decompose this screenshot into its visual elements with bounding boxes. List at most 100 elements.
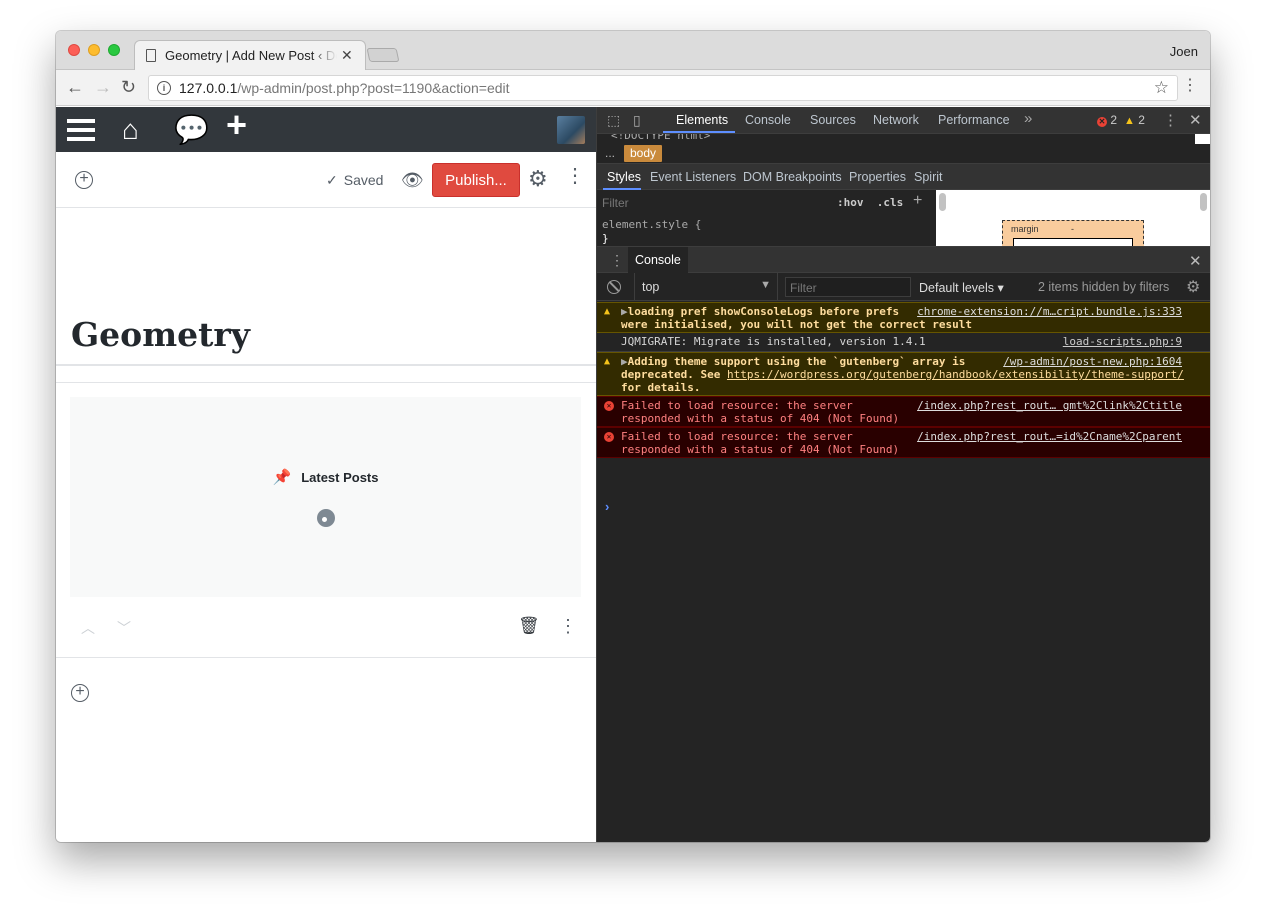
add-block-icon[interactable]: +	[75, 171, 93, 189]
context-select[interactable]: top ▼	[634, 273, 778, 300]
tab-elements[interactable]: Elements	[676, 113, 728, 127]
breadcrumb-body[interactable]: body	[624, 145, 663, 162]
browser-window: Geometry | Add New Post ‹ Do ✕ Joen ← → …	[56, 31, 1210, 842]
element-style-selector: element.style {	[602, 218, 702, 231]
device-toolbar-icon[interactable]: ▯	[633, 112, 641, 129]
drawer-menu-icon[interactable]: ⋮	[610, 252, 624, 269]
issue-counts[interactable]: ✕ 2 ▲ 2	[1097, 113, 1145, 127]
tab-styles[interactable]: Styles	[607, 170, 641, 184]
move-up-icon[interactable]: ︿	[81, 618, 95, 638]
console-toolbar: top ▼ Filter Default levels ▾ 2 items hi…	[597, 273, 1210, 301]
address-bar[interactable]: i 127.0.0.1/wp-admin/post.php?post=1190&…	[148, 75, 1178, 101]
log-levels-dropdown[interactable]: Default levels ▾	[919, 280, 1004, 295]
console-message[interactable]: ▲ ▶loading pref showConsoleLogs before p…	[597, 302, 1210, 333]
info-icon[interactable]: i	[157, 81, 171, 95]
more-options-icon[interactable]: ⋮	[565, 166, 585, 186]
inspect-element-icon[interactable]: ⬚	[607, 112, 620, 129]
message-line: responded with a status of 404 (Not Foun…	[621, 443, 900, 456]
tab-spirit[interactable]: Spirit	[914, 170, 942, 184]
avatar[interactable]	[557, 116, 585, 144]
console-message[interactable]: JQMIGRATE: Migrate is installed, version…	[597, 333, 1210, 352]
message-source-link[interactable]: /index.php?rest_rout… gmt%2Clink%2Ctitle	[917, 399, 1182, 412]
cls-toggle[interactable]: .cls	[877, 196, 904, 209]
browser-menu-icon[interactable]: ⋮	[1182, 78, 1198, 94]
close-drawer-icon[interactable]: ✕	[1189, 252, 1202, 270]
breadcrumb-more[interactable]: ...	[605, 146, 615, 160]
tab-sources[interactable]: Sources	[810, 113, 856, 127]
zoom-window-button[interactable]	[108, 44, 120, 56]
message-line: deprecated. See	[621, 368, 727, 381]
message-source-link[interactable]: load-scripts.php:9	[1063, 335, 1182, 348]
home-icon[interactable]: ⌂	[122, 116, 139, 144]
message-source-link[interactable]: chrome-extension://m…cript.bundle.js:333	[917, 305, 1182, 318]
message-source-link[interactable]: /index.php?rest_rout…=id%2Cname%2Cparent	[917, 430, 1182, 443]
block-more-options-icon[interactable]: ⋮	[559, 617, 577, 635]
dom-tree[interactable]: <!DOCTYPE html>	[597, 134, 1210, 144]
block-toolbar: ︿ ﹀ 🗑 ⋮	[56, 612, 596, 642]
browser-tab-content[interactable]: Geometry | Add New Post ‹ Do ✕	[146, 40, 356, 70]
url-path: /wp-admin/post.php?post=1190&action=edit	[237, 80, 510, 96]
publish-button[interactable]: Publish...	[432, 163, 520, 197]
comment-icon[interactable]: 💬	[174, 116, 209, 144]
move-down-icon[interactable]: ﹀	[117, 618, 131, 638]
margin-value: -	[1071, 224, 1074, 234]
new-style-rule-icon[interactable]: +	[913, 192, 922, 210]
console-settings-gear-icon[interactable]: ⚙	[1186, 277, 1200, 297]
new-content-icon[interactable]: +	[226, 107, 247, 143]
expand-arrow-icon[interactable]: ▶	[621, 305, 628, 318]
tab-dom-breakpoints[interactable]: DOM Breakpoints	[743, 170, 842, 184]
post-title[interactable]: Geometry	[71, 315, 250, 354]
scrollbar[interactable]	[936, 190, 950, 246]
error-icon: ✕	[1097, 117, 1107, 127]
scrollbar[interactable]	[1196, 190, 1210, 246]
box-model: margin -	[950, 190, 1196, 260]
close-devtools-icon[interactable]: ✕	[1189, 111, 1202, 129]
drawer-tab-bar: ⋮ Console ✕	[597, 246, 1210, 273]
tab-event-listeners[interactable]: Event Listeners	[650, 170, 736, 184]
tab-properties[interactable]: Properties	[849, 170, 906, 184]
expand-arrow-icon[interactable]: ▶	[621, 355, 628, 368]
message-line: for details.	[621, 381, 701, 394]
element-style-rule[interactable]: element.style { }	[602, 218, 701, 246]
close-window-button[interactable]	[68, 44, 80, 56]
margin-label: margin	[1011, 224, 1039, 234]
console-message[interactable]: ✕ Failed to load resource: the server re…	[597, 427, 1210, 458]
message-text: JQMIGRATE: Migrate is installed, version…	[621, 335, 926, 348]
styles-pane: Filter :hov .cls + element.style { }	[597, 190, 937, 246]
latest-posts-block[interactable]: 📌 Latest Posts	[70, 397, 581, 597]
message-source-link[interactable]: /wp-admin/post-new.php:1604	[1003, 355, 1182, 368]
settings-gear-icon[interactable]: ⚙	[528, 166, 548, 192]
styles-filter-input[interactable]: Filter	[602, 196, 629, 210]
forward-arrow-icon[interactable]: →	[94, 77, 112, 97]
tab-console[interactable]: Console	[745, 113, 791, 127]
hov-toggle[interactable]: :hov	[837, 196, 864, 209]
close-tab-icon[interactable]: ✕	[341, 47, 353, 64]
warning-icon: ▲	[604, 306, 611, 317]
devtools-menu-icon[interactable]: ⋮	[1163, 111, 1178, 129]
clear-console-icon[interactable]	[607, 280, 621, 294]
warning-icon: ▲	[1124, 115, 1135, 127]
menu-icon[interactable]	[67, 119, 95, 141]
tab-performance[interactable]: Performance	[938, 113, 1010, 127]
minimize-window-button[interactable]	[88, 44, 100, 56]
message-line: responded with a status of 404 (Not Foun…	[621, 412, 900, 425]
add-block-icon[interactable]: +	[71, 684, 89, 702]
preview-eye-icon[interactable]: 👁	[401, 170, 424, 191]
console-message[interactable]: ▲ ▶Adding theme support using the `guten…	[597, 352, 1210, 396]
console-prompt[interactable]: ›	[605, 499, 609, 514]
reload-icon[interactable]: ↻	[121, 77, 136, 97]
profile-name[interactable]: Joen	[1170, 44, 1198, 59]
console-message[interactable]: ✕ Failed to load resource: the server re…	[597, 396, 1210, 427]
console-filter-input[interactable]: Filter	[785, 277, 911, 297]
bookmark-star-icon[interactable]: ☆	[1154, 78, 1169, 98]
message-link[interactable]: https://wordpress.org/gutenberg/handbook…	[727, 368, 1184, 381]
devtools-panel: ⬚ ▯ Elements Console Sources Network Per…	[596, 107, 1210, 842]
tab-network[interactable]: Network	[873, 113, 919, 127]
pin-icon: 📌	[272, 469, 292, 486]
new-tab-button[interactable]	[366, 48, 400, 62]
more-tabs-icon[interactable]: »	[1024, 110, 1032, 127]
back-arrow-icon[interactable]: ←	[66, 77, 84, 97]
sidebar-tab-bar: Styles Event Listeners DOM Breakpoints P…	[597, 164, 1210, 190]
drawer-tab-console[interactable]: Console	[628, 247, 688, 273]
trash-icon[interactable]: 🗑	[518, 616, 540, 636]
